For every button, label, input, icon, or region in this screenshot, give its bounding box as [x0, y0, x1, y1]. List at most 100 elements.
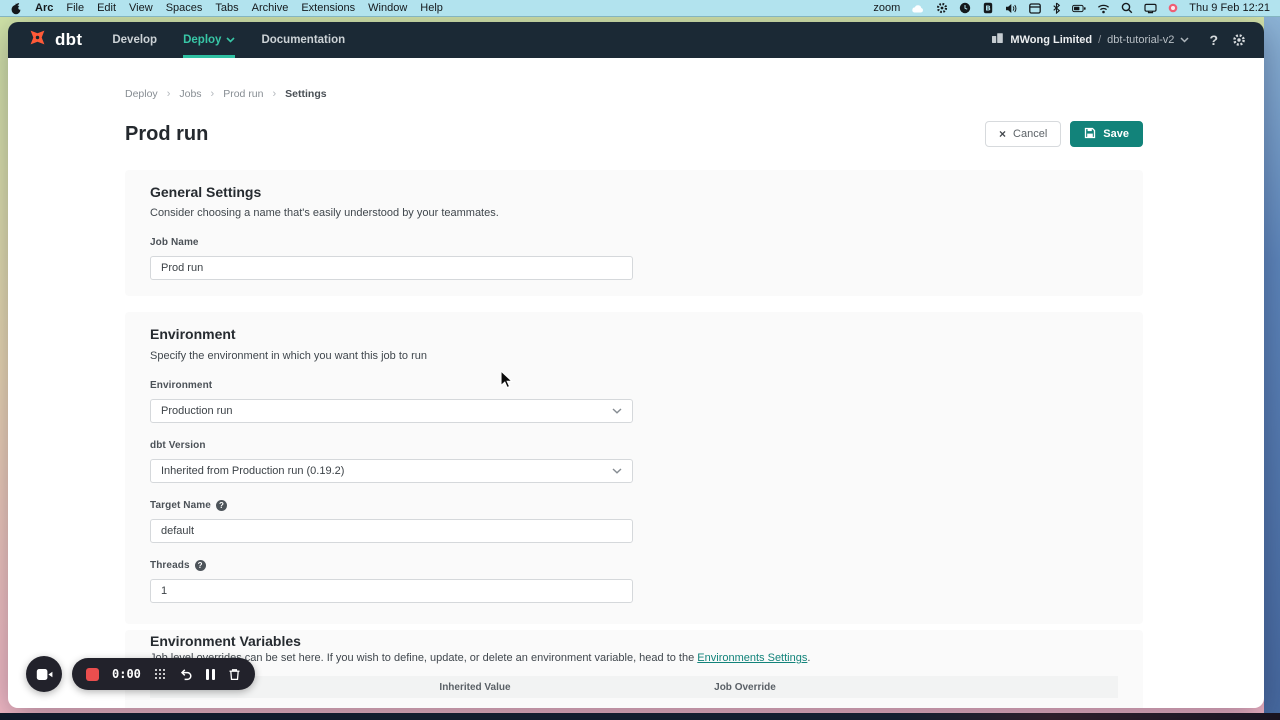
breadcrumb-separator: › [211, 88, 215, 100]
general-settings-title: General Settings [150, 184, 261, 200]
dbt-logo-icon [26, 26, 49, 54]
account-project-name: dbt-tutorial-v2 [1107, 34, 1174, 46]
spotlight-search-icon[interactable] [1121, 2, 1133, 14]
account-project-switcher[interactable]: MWong Limited / dbt-tutorial-v2 [991, 31, 1189, 49]
bluetooth-icon[interactable] [1052, 2, 1061, 14]
dbt-version-select-value: Inherited from Production run (0.19.2) [161, 465, 344, 477]
target-name-label: Target Name ? [150, 500, 227, 511]
nav-develop[interactable]: Develop [112, 22, 157, 58]
help-icon[interactable]: ? [1209, 32, 1218, 48]
title-actions: × Cancel Save [985, 121, 1143, 147]
env-vars-desc-period: . [807, 652, 810, 664]
environment-label-text: Environment [150, 380, 212, 391]
account-org-name: MWong Limited [1010, 34, 1092, 46]
breadcrumb-deploy[interactable]: Deploy [125, 88, 158, 100]
menubar-item-window[interactable]: Window [368, 2, 407, 14]
menubar-item-file[interactable]: File [66, 2, 84, 14]
wifi-icon[interactable] [1097, 3, 1110, 14]
chevron-down-icon [226, 37, 235, 43]
menubar-clock[interactable]: Thu 9 Feb 12:21 [1189, 2, 1270, 14]
account-separator: / [1098, 34, 1101, 46]
menubar-item-archive[interactable]: Archive [252, 2, 289, 14]
save-button-label: Save [1103, 128, 1129, 140]
breadcrumb-jobs[interactable]: Jobs [179, 88, 201, 100]
title-row: Prod run × Cancel [125, 121, 1143, 147]
restart-recording-icon[interactable] [179, 668, 193, 681]
stop-recording-button[interactable] [86, 668, 99, 681]
environment-section: Environment Specify the environment in w… [125, 312, 1143, 624]
menubar-status-area: zoom B [873, 2, 1270, 14]
cancel-button[interactable]: × Cancel [985, 121, 1061, 147]
menubar-item-help[interactable]: Help [420, 2, 443, 14]
recording-timer: 0:00 [112, 667, 141, 681]
pause-recording-icon[interactable] [206, 669, 215, 680]
main-nav: Develop Deploy Documentation [112, 22, 345, 58]
cloud-icon[interactable] [911, 3, 925, 14]
nav-deploy[interactable]: Deploy [183, 22, 235, 58]
threads-input[interactable]: 1 [150, 579, 633, 603]
recorder-toolbar: 0:00 [72, 658, 255, 690]
breadcrumb-separator: › [167, 88, 171, 100]
svg-text:B: B [986, 5, 991, 13]
threads-help-icon[interactable]: ? [195, 560, 206, 571]
page-title: Prod run [125, 123, 208, 146]
environments-settings-link[interactable]: Environments Settings [697, 652, 807, 664]
environment-select[interactable]: Production run [150, 399, 633, 423]
general-settings-description: Consider choosing a name that's easily u… [150, 207, 499, 219]
target-name-input[interactable]: default [150, 519, 633, 543]
volume-icon[interactable] [1005, 3, 1018, 14]
target-name-label-text: Target Name [150, 500, 211, 511]
environment-title: Environment [150, 326, 236, 342]
breadcrumb-prod-run[interactable]: Prod run [223, 88, 263, 100]
environment-variables-section: Environment Variables Job level override… [125, 630, 1143, 708]
dbt-version-select[interactable]: Inherited from Production run (0.19.2) [150, 459, 633, 483]
job-name-value: Prod run [161, 262, 203, 274]
save-icon [1084, 127, 1096, 142]
menubar-item-arc[interactable]: Arc [35, 2, 53, 14]
target-name-help-icon[interactable]: ? [216, 500, 227, 511]
battery-icon[interactable] [1072, 3, 1086, 14]
menubar-item-spaces[interactable]: Spaces [166, 2, 203, 14]
menubar-item-zoom[interactable]: zoom [873, 2, 900, 14]
env-vars-table-header: Inherited Value Job Override [150, 676, 1118, 698]
threads-label-text: Threads [150, 560, 190, 571]
organization-icon [991, 31, 1004, 49]
status-clock-icon[interactable] [959, 2, 971, 14]
menubar-item-edit[interactable]: Edit [97, 2, 116, 14]
recorder-camera-button[interactable] [26, 656, 62, 692]
threads-value: 1 [161, 585, 167, 597]
control-center-icon[interactable] [1144, 3, 1157, 14]
menubar-item-tabs[interactable]: Tabs [215, 2, 238, 14]
nav-documentation[interactable]: Documentation [261, 22, 345, 58]
breadcrumb: Deploy › Jobs › Prod run › Settings [125, 88, 327, 100]
settings-gear-icon[interactable] [936, 2, 948, 14]
environment-label: Environment [150, 380, 212, 391]
general-settings-section: General Settings Consider choosing a nam… [125, 170, 1143, 296]
delete-recording-icon[interactable] [228, 668, 241, 681]
job-name-label: Job Name [150, 237, 199, 248]
password-app-icon[interactable]: B [982, 2, 994, 14]
apple-menu-icon[interactable] [10, 2, 22, 15]
header-right-area: MWong Limited / dbt-tutorial-v2 ? [991, 22, 1246, 58]
menubar-item-view[interactable]: View [129, 2, 153, 14]
environment-select-value: Production run [161, 405, 233, 417]
drag-handle-icon[interactable] [154, 668, 166, 680]
nav-develop-label: Develop [112, 34, 157, 46]
environment-description: Specify the environment in which you wan… [150, 350, 427, 362]
settings-gear-icon[interactable] [1232, 33, 1246, 47]
dbt-logo[interactable]: dbt [26, 22, 82, 58]
inherited-value-column-header: Inherited Value [330, 682, 620, 693]
job-name-input[interactable]: Prod run [150, 256, 633, 280]
browser-window: dbt Develop Deploy Documentation [8, 22, 1264, 708]
desktop-bottom-strip [0, 713, 1280, 720]
chevron-down-icon [612, 468, 622, 474]
save-button[interactable]: Save [1070, 121, 1143, 147]
dbt-logo-text: dbt [55, 30, 82, 50]
screen-recording-indicator-icon[interactable] [1168, 3, 1178, 13]
macos-menu-bar: Arc File Edit View Spaces Tabs Archive E… [0, 0, 1280, 17]
calendar-icon[interactable] [1029, 3, 1041, 14]
target-name-value: default [161, 525, 194, 537]
menubar-item-extensions[interactable]: Extensions [301, 2, 355, 14]
dbt-version-label: dbt Version [150, 440, 206, 451]
chevron-down-icon [612, 408, 622, 414]
